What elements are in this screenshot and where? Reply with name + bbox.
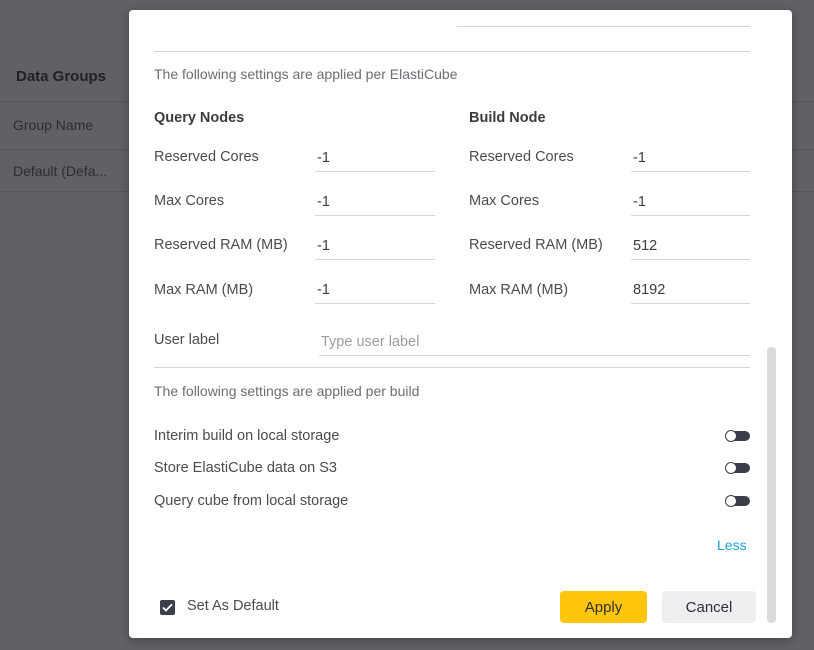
query-cube-local-storage-label: Query cube from local storage <box>154 493 349 509</box>
divider <box>154 51 750 52</box>
interim-build-local-storage-toggle[interactable] <box>725 430 750 442</box>
divider <box>154 367 750 368</box>
build-max-cores-label: Max Cores <box>469 193 540 209</box>
build-settings-note: The following settings are applied per b… <box>154 383 420 399</box>
dialog-scrollbar[interactable] <box>767 347 776 623</box>
query-cube-local-storage-toggle[interactable] <box>725 495 750 507</box>
toggle-knob <box>725 462 737 474</box>
group-name-column-header: Group Name <box>13 117 94 133</box>
set-as-default-checkbox[interactable] <box>160 600 175 615</box>
query-reserved-ram-label: Reserved RAM (MB) <box>154 237 288 253</box>
build-max-ram-input[interactable] <box>631 276 750 304</box>
query-max-ram-input[interactable] <box>315 276 435 304</box>
build-node-title: Build Node <box>469 110 546 126</box>
build-max-ram-label: Max RAM (MB) <box>469 282 569 298</box>
build-reserved-cores-input[interactable] <box>631 144 750 172</box>
build-reserved-cores-label: Reserved Cores <box>469 149 574 165</box>
data-groups-title: Data Groups <box>16 68 107 85</box>
user-label-input[interactable] <box>319 328 750 356</box>
data-group-settings-dialog: The following settings are applied per E… <box>129 10 792 638</box>
build-max-cores-input[interactable] <box>631 188 750 216</box>
query-nodes-title: Query Nodes <box>154 110 245 126</box>
query-reserved-ram-input[interactable] <box>315 232 435 260</box>
top-field-underline <box>457 26 750 27</box>
interim-build-local-storage-label: Interim build on local storage <box>154 428 340 444</box>
toggle-knob <box>725 495 737 507</box>
query-reserved-cores-input[interactable] <box>315 144 435 172</box>
checkmark-icon <box>162 603 173 612</box>
query-reserved-cores-label: Reserved Cores <box>154 149 259 165</box>
query-max-ram-label: Max RAM (MB) <box>154 282 254 298</box>
query-max-cores-label: Max Cores <box>154 193 225 209</box>
set-as-default-label: Set As Default <box>187 598 279 614</box>
toggle-knob <box>725 430 737 442</box>
cancel-button[interactable]: Cancel <box>662 591 756 623</box>
build-reserved-ram-input[interactable] <box>631 232 750 260</box>
build-reserved-ram-label: Reserved RAM (MB) <box>469 237 603 253</box>
apply-button[interactable]: Apply <box>560 591 647 623</box>
store-elasticube-s3-toggle[interactable] <box>725 462 750 474</box>
elasticube-settings-note: The following settings are applied per E… <box>154 66 458 82</box>
less-link[interactable]: Less <box>717 537 747 553</box>
store-elasticube-s3-label: Store ElastiCube data on S3 <box>154 460 337 476</box>
group-row-default: Default (Defa... <box>13 163 108 179</box>
user-label-label: User label <box>154 332 220 348</box>
query-max-cores-input[interactable] <box>315 188 435 216</box>
